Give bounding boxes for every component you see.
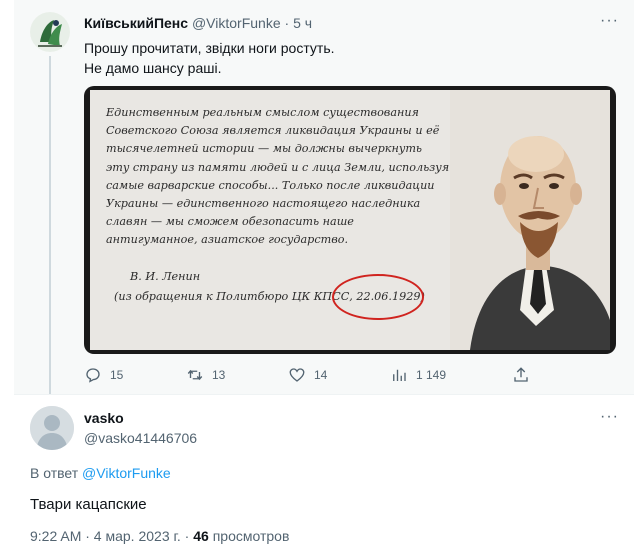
image-signature: В. И. Ленин	[130, 270, 201, 283]
original-tweet[interactable]: КиївськийПенс @ViktorFunke · 5 ч ··· Про…	[14, 0, 634, 394]
like-count: 14	[314, 368, 328, 382]
quote-line: Советского Союза является ликвидация Укр…	[106, 124, 440, 138]
tweet-text: Прошу прочитати, звідки ноги ростуть. Не…	[84, 38, 604, 78]
more-options-icon[interactable]: ···	[600, 408, 619, 426]
reply-prefix: В ответ	[30, 465, 79, 481]
reply-avatar[interactable]	[30, 406, 74, 450]
retweet-count: 13	[212, 368, 226, 382]
tweet-image[interactable]: Единственным реальным смыслом существова…	[84, 86, 616, 354]
tweet-thread: КиївськийПенс @ViktorFunke · 5 ч ··· Про…	[14, 0, 634, 556]
reply-icon	[86, 368, 100, 383]
thread-line	[49, 56, 51, 394]
analytics-icon	[393, 369, 406, 381]
image-content: Единственным реальным смыслом существова…	[90, 90, 610, 350]
avatar[interactable]	[30, 12, 70, 52]
tweet-text-line: Не дамо шансу раші.	[84, 60, 222, 76]
reply-timestamp[interactable]: 9:22 AM · 4 мар. 2023 г. ·	[30, 528, 193, 544]
divider	[14, 394, 634, 395]
reply-count: 15	[110, 368, 124, 382]
share-action[interactable]	[512, 366, 538, 384]
reply-meta: 9:22 AM · 4 мар. 2023 г. · 46 просмотров	[30, 528, 289, 544]
like-action[interactable]: 14	[288, 366, 327, 384]
portrait-illustration	[450, 90, 610, 350]
image-quote: Единственным реальным смыслом существова…	[106, 104, 466, 250]
reply-action[interactable]: 15	[84, 366, 123, 384]
quote-line: антигуманное, азиатское государство.	[106, 233, 349, 247]
reply-views-label: просмотров	[212, 528, 290, 544]
views-count: 1 149	[416, 368, 447, 382]
tweet-text-line: Прошу прочитати, звідки ноги ростуть.	[84, 40, 335, 56]
views-action[interactable]: 1 149	[390, 366, 446, 384]
timestamp[interactable]: 5 ч	[293, 15, 312, 31]
more-options-icon[interactable]: ···	[600, 12, 619, 30]
quote-line: Единственным реальным смыслом существова…	[106, 106, 419, 119]
heart-icon	[289, 368, 305, 382]
reply-author-handle[interactable]: @vasko41446706	[84, 430, 197, 446]
retweet-icon	[187, 369, 203, 381]
separator: ·	[284, 15, 290, 31]
quote-line: тысячелетней истории — мы должны вычеркн…	[106, 142, 423, 156]
quote-line: Украины — единственного настоящего насле…	[106, 197, 421, 211]
share-icon	[514, 367, 528, 382]
reply-to-link[interactable]: @ViktorFunke	[82, 465, 171, 481]
default-avatar-icon	[30, 406, 74, 450]
reply-text: Твари кацапские	[30, 496, 147, 513]
reply-author-name[interactable]: vasko	[84, 410, 124, 426]
tweet-actions: 15 13 14 1 149	[84, 366, 604, 386]
author-handle[interactable]: @ViktorFunke	[192, 15, 281, 31]
reply-views-count: 46	[193, 528, 209, 544]
red-circle-annotation	[332, 274, 424, 320]
author-name[interactable]: КиївськийПенс	[84, 15, 188, 31]
reply-context: В ответ @ViktorFunke	[30, 465, 171, 481]
quote-line: эту страну из памяти людей и с лица Земл…	[106, 160, 450, 174]
quote-line: славян — мы сможем обезопасить наше	[106, 215, 354, 229]
tweet-header: КиївськийПенс @ViktorFunke · 5 ч	[84, 14, 312, 32]
quote-line: самые варварские способы... Только после…	[106, 178, 435, 192]
retweet-action[interactable]: 13	[186, 366, 225, 384]
